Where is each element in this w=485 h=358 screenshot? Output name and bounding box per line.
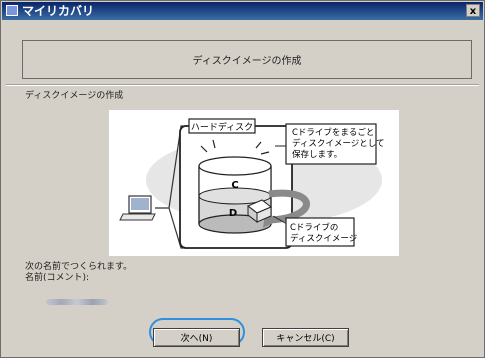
app-icon	[6, 5, 18, 16]
computer-icon	[119, 195, 156, 221]
harddisk-label: ハードディスク	[191, 121, 253, 133]
callout-bottom-line1: Cドライブの	[290, 222, 338, 233]
close-button[interactable]: x	[466, 4, 480, 17]
comment-label: 名前(コメント):	[25, 273, 90, 283]
drive-d-label: D	[229, 208, 237, 219]
step-title: ディスクイメージの作成	[192, 56, 302, 67]
callout-top-line1: Cドライブをまるごと	[292, 127, 374, 138]
window-title: マイリカバリ	[22, 4, 95, 18]
name-info-label: 次の名前でつくられます。	[25, 262, 133, 272]
section-title: ディスクイメージの作成	[25, 91, 124, 101]
step-header: ディスクイメージの作成	[22, 40, 472, 79]
disk-cylinder	[198, 156, 272, 234]
drive-c-label: C	[231, 180, 238, 191]
redacted-name-value	[46, 299, 108, 305]
callout-bottom-line2: ディスクイメージ	[290, 233, 357, 244]
callout-top-line3: 保存します。	[292, 149, 342, 160]
disk-image-illustration: ハードディスク C D Cドライブをまるごと ディスクイメージとして 保存します…	[109, 110, 399, 256]
divider	[6, 84, 479, 86]
callout-top-line2: ディスクイメージとして	[292, 138, 384, 149]
dialog-content: ディスクイメージの作成 ディスクイメージの作成 ハードディスク C D Cドライ…	[6, 24, 479, 353]
cancel-button[interactable]: キャンセル(C)	[262, 328, 349, 347]
title-bar: マイリカバリ x	[2, 2, 483, 20]
dialog-window: マイリカバリ x ディスクイメージの作成 ディスクイメージの作成 ハードディスク…	[0, 0, 485, 358]
next-button[interactable]: 次へ(N)	[153, 328, 240, 347]
